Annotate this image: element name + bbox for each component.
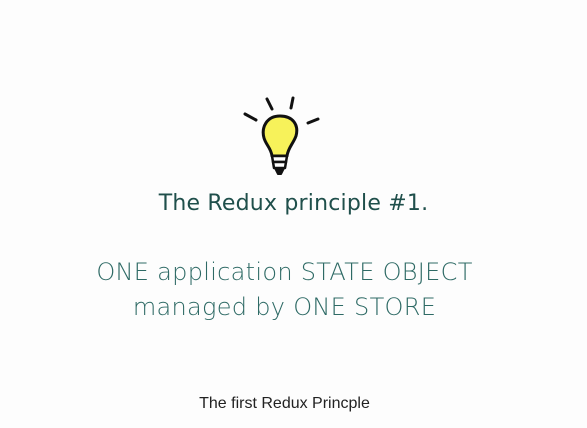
slide-heading: The Redux principle #1. (158, 191, 429, 216)
lightbulb-icon (243, 96, 320, 175)
slide: The Redux principle #1. ONE application … (0, 0, 587, 428)
principle-statement-line-1: ONE application STATE OBJECT (96, 258, 473, 286)
principle-statement-line-2: managed by ONE STORE (132, 293, 437, 321)
slide-caption: The first Redux Princple (199, 395, 370, 412)
